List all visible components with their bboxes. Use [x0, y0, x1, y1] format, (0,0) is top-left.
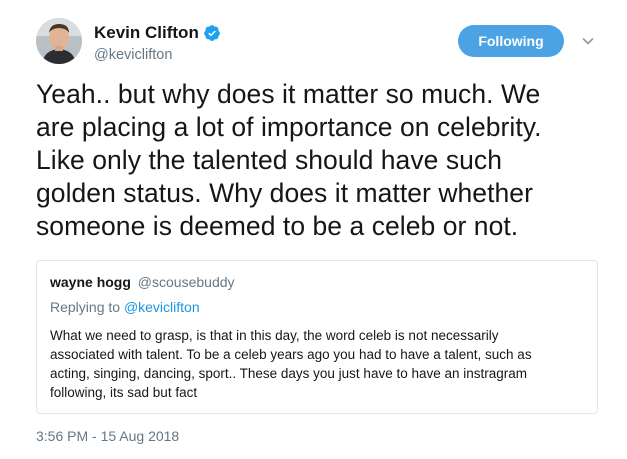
replying-to-mention[interactable]: @keviclifton [124, 299, 200, 315]
tweet-header: Kevin Clifton @keviclifton Following [36, 18, 606, 68]
replying-to-label: Replying to [50, 299, 124, 315]
tweet-text-line: Yeah.. but why does it matter so much. W… [36, 79, 541, 109]
verified-badge-icon [203, 25, 220, 41]
chevron-down-icon[interactable] [580, 33, 596, 49]
display-name-row: Kevin Clifton [94, 22, 221, 44]
quoted-tweet-text: What we need to grasp, is that in this d… [50, 326, 590, 402]
replying-to-line: Replying to @keviclifton [50, 299, 200, 315]
tweet-text-line: are placing a lot of importance on celeb… [36, 112, 542, 142]
quoted-text-line: acting, singing, dancing, sport.. These … [50, 366, 528, 381]
quoted-author-handle: @scousebuddy [137, 274, 235, 290]
quoted-text-line: What we need to grasp, is that in this d… [50, 328, 499, 343]
quoted-author-display-name: wayne hogg [50, 274, 131, 290]
avatar-image [36, 18, 82, 64]
author-info: Kevin Clifton @keviclifton [94, 22, 221, 63]
following-button[interactable]: Following [458, 25, 564, 57]
tweet-text-line: Like only the talented should have such [36, 145, 503, 175]
tweet-text-line: someone is deemed to be a celeb or not. [36, 211, 519, 241]
quoted-tweet-header: wayne hogg @scousebuddy [50, 274, 235, 290]
avatar[interactable] [36, 18, 82, 64]
author-handle[interactable]: @keviclifton [94, 47, 221, 63]
quoted-tweet[interactable]: wayne hogg @scousebuddy Replying to @kev… [36, 260, 598, 414]
quoted-text-line: associated with talent. To be a celeb ye… [50, 347, 532, 362]
quoted-text-line: following, its sad but fact [50, 385, 198, 400]
tweet-card: Kevin Clifton @keviclifton Following Yea… [0, 0, 627, 459]
tweet-text: Yeah.. but why does it matter so much. W… [36, 78, 596, 243]
tweet-text-line: golden status. Why does it matter whethe… [36, 178, 533, 208]
author-display-name[interactable]: Kevin Clifton [94, 23, 199, 43]
tweet-timestamp[interactable]: 3:56 PM - 15 Aug 2018 [36, 428, 179, 444]
